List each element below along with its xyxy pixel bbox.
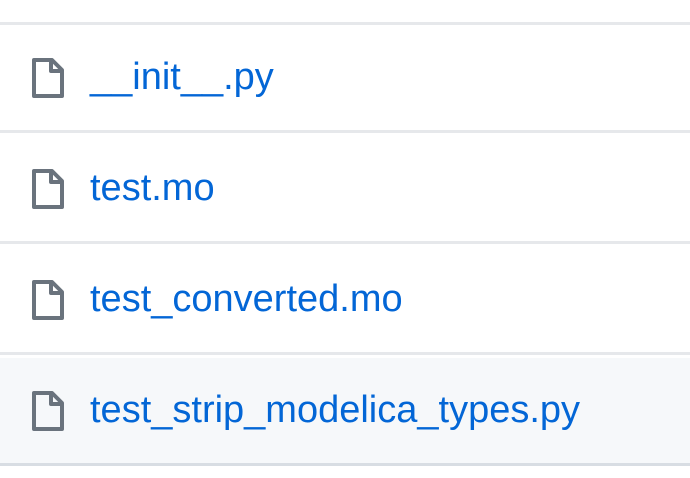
file-icon	[28, 56, 68, 100]
file-row-init-py[interactable]: __init__.py	[0, 25, 690, 133]
file-link[interactable]: test_converted.mo	[90, 280, 403, 318]
file-link[interactable]: test.mo	[90, 169, 215, 207]
file-row-test-strip-modelica-types-py[interactable]: test_strip_modelica_types.py	[0, 358, 690, 466]
file-icon	[28, 167, 68, 211]
file-row-test-mo[interactable]: test.mo	[0, 136, 690, 244]
file-row-test-converted-mo[interactable]: test_converted.mo	[0, 247, 690, 355]
file-link[interactable]: __init__.py	[90, 58, 274, 96]
file-list: __init__.py test.mo test_converted.mo te…	[0, 0, 690, 478]
file-link[interactable]: test_strip_modelica_types.py	[90, 391, 580, 429]
file-icon	[28, 278, 68, 322]
file-icon	[28, 389, 68, 433]
